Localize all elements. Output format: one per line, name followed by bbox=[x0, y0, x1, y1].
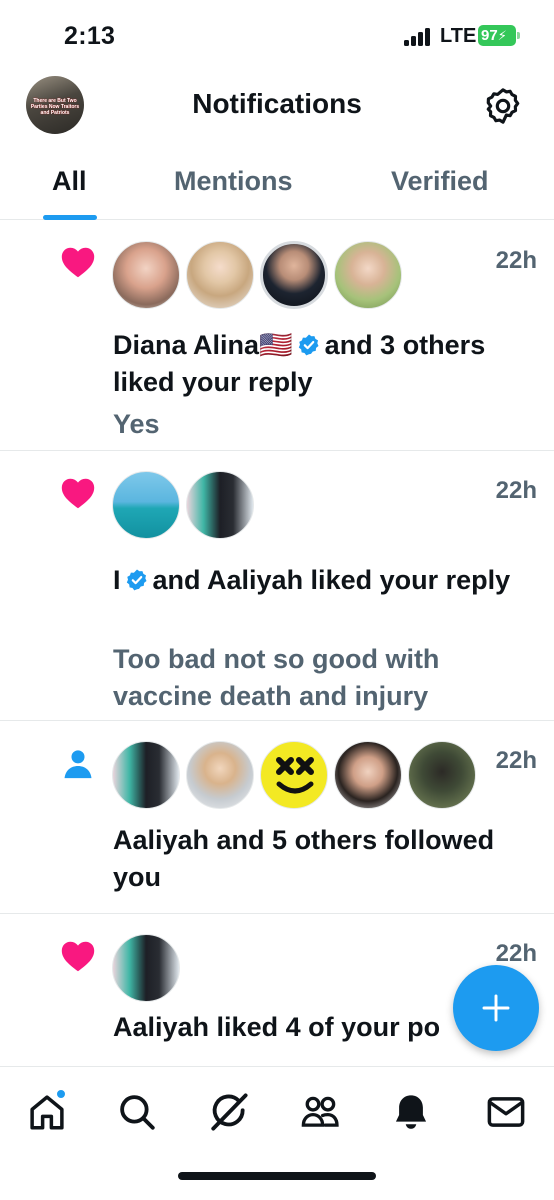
heart-icon bbox=[61, 478, 95, 509]
battery-icon: 97⚡ bbox=[478, 25, 520, 46]
nav-notifications[interactable] bbox=[390, 1091, 432, 1133]
timestamp: 22h bbox=[495, 477, 537, 504]
page-title: Notifications bbox=[192, 88, 362, 119]
actor-name[interactable]: I bbox=[113, 565, 121, 595]
avatar[interactable] bbox=[112, 934, 180, 1002]
notification-text: Iand Aaliyah liked your reply bbox=[113, 562, 534, 599]
nav-communities[interactable] bbox=[299, 1091, 341, 1133]
avatar-group bbox=[112, 741, 476, 811]
heart-icon bbox=[61, 941, 95, 972]
avatar-group bbox=[112, 241, 402, 311]
home-indicator[interactable] bbox=[178, 1172, 376, 1180]
nav-grok[interactable] bbox=[208, 1091, 250, 1133]
avatar[interactable] bbox=[260, 241, 328, 309]
bell-icon bbox=[395, 1095, 427, 1129]
nav-home[interactable] bbox=[26, 1089, 68, 1133]
compose-button[interactable] bbox=[453, 965, 539, 1051]
avatar[interactable] bbox=[112, 741, 180, 809]
mail-icon bbox=[487, 1097, 525, 1127]
timestamp: 22h bbox=[495, 247, 537, 274]
reply-preview: Yes bbox=[113, 409, 160, 439]
heart-icon bbox=[61, 247, 95, 278]
reply-preview: Too bad not so good with vaccine death a… bbox=[113, 644, 440, 711]
new-content-dot bbox=[56, 1089, 66, 1099]
tab-mentions[interactable]: Mentions bbox=[174, 166, 293, 197]
avatar[interactable] bbox=[112, 241, 180, 309]
avatar[interactable] bbox=[408, 741, 476, 809]
avatar[interactable] bbox=[112, 471, 180, 539]
status-time: 2:13 bbox=[64, 22, 116, 50]
notification-item[interactable]: 22h Diana Alina🇺🇸 and 3 others liked your… bbox=[0, 221, 554, 451]
avatar-group bbox=[112, 471, 254, 541]
notification-text: Aaliyah and 5 others followed you bbox=[113, 825, 495, 892]
flag-emoji: 🇺🇸 bbox=[259, 330, 293, 360]
tab-all[interactable]: All bbox=[52, 166, 87, 197]
avatar[interactable] bbox=[186, 241, 254, 309]
person-icon bbox=[64, 750, 92, 779]
notifications-feed[interactable]: 22h Diana Alina🇺🇸 and 3 others liked your… bbox=[0, 221, 554, 1066]
tab-bar: All Mentions Verified bbox=[0, 146, 554, 220]
avatar[interactable] bbox=[186, 471, 254, 539]
avatar[interactable] bbox=[260, 741, 328, 809]
communities-icon bbox=[301, 1096, 339, 1127]
signal-icon bbox=[404, 28, 434, 46]
plus-icon bbox=[482, 994, 510, 1022]
notification-text: Diana Alina🇺🇸 and 3 others liked your rep… bbox=[113, 327, 534, 401]
verified-badge-icon bbox=[126, 569, 147, 591]
timestamp: 22h bbox=[495, 940, 537, 967]
gear-icon bbox=[486, 88, 520, 124]
nav-search[interactable] bbox=[116, 1091, 158, 1133]
nav-messages[interactable] bbox=[485, 1091, 527, 1133]
timestamp: 22h bbox=[495, 747, 537, 774]
status-bar: 2:13 LTE 97⚡ bbox=[0, 0, 554, 72]
search-icon bbox=[120, 1095, 155, 1130]
notification-action: and Aaliyah liked your reply bbox=[152, 565, 511, 595]
settings-button[interactable] bbox=[484, 87, 522, 125]
verified-badge-icon bbox=[298, 334, 319, 356]
avatar[interactable] bbox=[334, 241, 402, 309]
tab-verified[interactable]: Verified bbox=[391, 166, 489, 197]
smiley-avatar-art bbox=[276, 757, 314, 794]
grok-icon bbox=[211, 1093, 248, 1131]
notification-item[interactable]: 22h Aaliyah and 5 others followed you bbox=[0, 721, 554, 914]
network-label: LTE bbox=[440, 25, 477, 47]
header: There are But Two Parties Now Traitors a… bbox=[0, 72, 554, 144]
active-tab-indicator bbox=[43, 215, 97, 220]
actor-name[interactable]: Diana Alina bbox=[113, 330, 259, 360]
battery-level: 97 bbox=[481, 27, 498, 44]
notification-item[interactable]: 22h Iand Aaliyah liked your reply Too ba… bbox=[0, 451, 554, 721]
avatar[interactable] bbox=[186, 741, 254, 809]
avatar-group bbox=[112, 934, 180, 1004]
avatar[interactable] bbox=[334, 741, 402, 809]
